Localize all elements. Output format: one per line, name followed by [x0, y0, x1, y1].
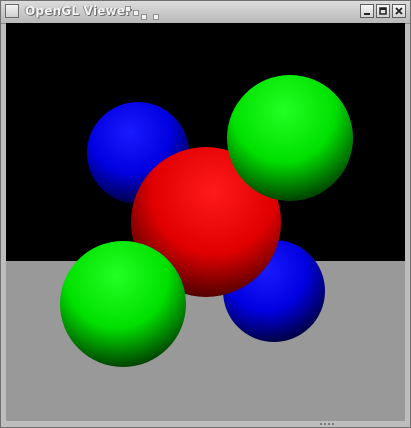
window-menu-button[interactable] [5, 4, 19, 18]
title-bar[interactable]: OpenGL Viewer [1, 1, 410, 24]
minimize-icon [364, 13, 370, 15]
maximize-button[interactable] [376, 4, 390, 18]
rendered-scene [6, 23, 405, 421]
window-title: OpenGL Viewer [25, 4, 132, 18]
maximize-icon [379, 7, 387, 15]
titlebar-grip [125, 6, 171, 20]
minimize-button[interactable] [360, 4, 374, 18]
window-controls [360, 4, 406, 18]
close-button[interactable] [392, 4, 406, 18]
opengl-viewer-window: OpenGL Viewer [0, 0, 411, 428]
opengl-viewport[interactable] [6, 23, 405, 421]
sphere-green-top [227, 75, 353, 201]
close-icon [395, 7, 403, 15]
sphere-green-front [60, 241, 186, 367]
resize-grip[interactable] [320, 422, 338, 427]
